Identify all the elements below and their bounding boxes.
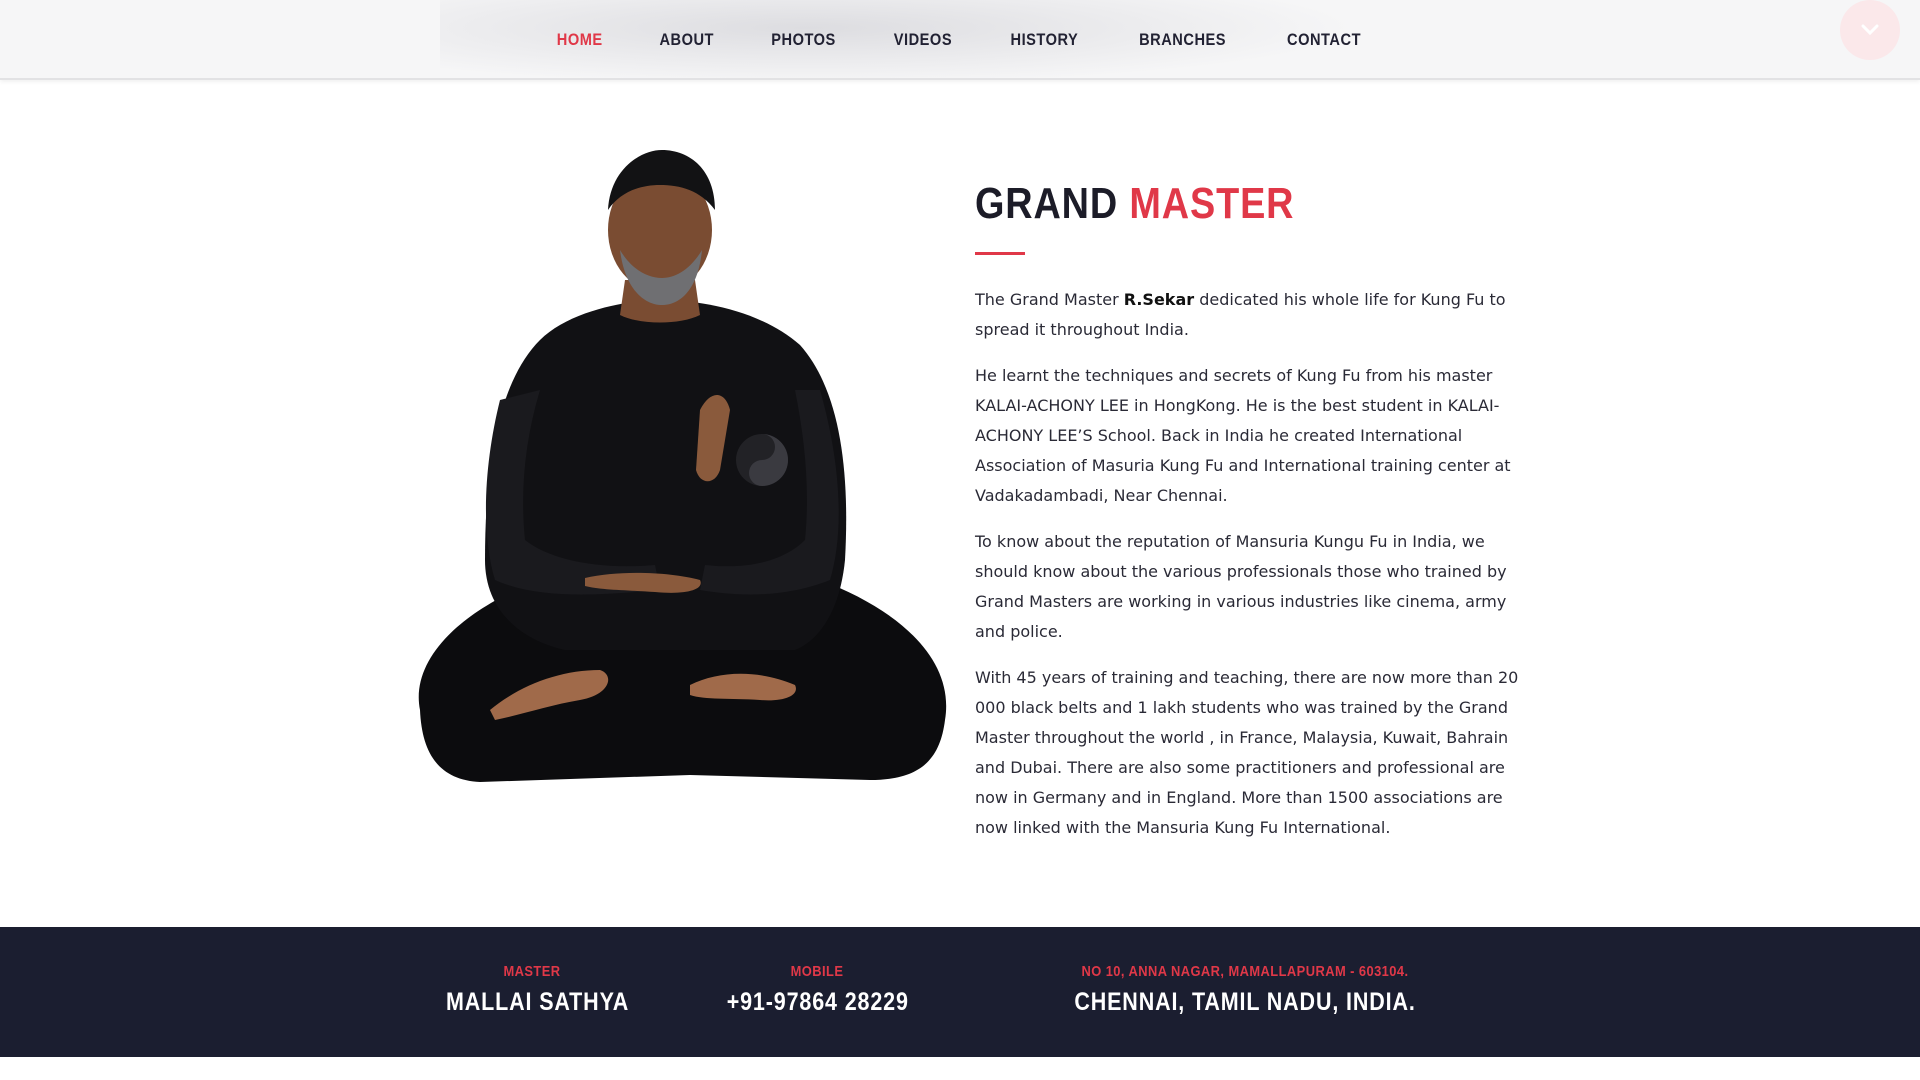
paragraph-reputation: To know about the reputation of Mansuria… — [975, 532, 1507, 642]
paragraph-intro: The Grand Master R.Sekar dedicated his w… — [975, 285, 1520, 345]
footer-master: MASTER MALLAI SATHYA — [432, 963, 632, 1017]
nav-menu: HOME ABOUT PHOTOS VIDEOS HISTORY BRANCHE… — [0, 0, 1920, 78]
grand-master-section: GRAND MASTER The Grand Master R.Sekar de… — [975, 179, 1520, 859]
address-label: NO 10, ANNA NAGAR, MAMALLAPURAM - 603104… — [1081, 963, 1409, 980]
footer-mobile: MOBILE +91-97864 28229 — [712, 963, 922, 1017]
top-navigation: HOME ABOUT PHOTOS VIDEOS HISTORY BRANCHE… — [0, 0, 1920, 80]
master-label: MASTER — [503, 963, 561, 980]
menu-toggle-button[interactable] — [1840, 0, 1900, 60]
nav-item-home[interactable]: HOME — [557, 30, 603, 50]
mobile-value[interactable]: +91-97864 28229 — [727, 988, 908, 1017]
title-master: MASTER — [1129, 179, 1295, 228]
title-underline — [975, 252, 1025, 256]
master-value: MALLAI SATHYA — [446, 988, 630, 1016]
nav-item-about[interactable]: ABOUT — [659, 30, 714, 50]
grand-master-photo — [400, 140, 960, 840]
paragraph-achievements: With 45 years of training and teaching, … — [975, 668, 1519, 838]
chevron-down-icon — [1861, 24, 1879, 36]
section-title: GRAND MASTER — [975, 179, 1444, 228]
nav-item-branches[interactable]: BRANCHES — [1139, 30, 1226, 50]
nav-item-history[interactable]: HISTORY — [1010, 30, 1078, 50]
nav-item-contact[interactable]: CONTACT — [1287, 30, 1361, 50]
address-value: CHENNAI, TAMIL NADU, INDIA. — [1074, 988, 1416, 1016]
intro-prefix: The Grand Master — [975, 290, 1124, 310]
mobile-label: MOBILE — [790, 963, 844, 980]
contact-footer: MASTER MALLAI SATHYA MOBILE +91-97864 28… — [0, 927, 1920, 1057]
footer-address: NO 10, ANNA NAGAR, MAMALLAPURAM - 603104… — [1030, 963, 1460, 1017]
nav-item-videos[interactable]: VIDEOS — [894, 30, 952, 50]
title-grand: GRAND — [975, 179, 1119, 228]
nav-item-photos[interactable]: PHOTOS — [771, 30, 836, 50]
master-name: R.Sekar — [1123, 290, 1195, 310]
paragraph-training: He learnt the techniques and secrets of … — [975, 366, 1511, 506]
